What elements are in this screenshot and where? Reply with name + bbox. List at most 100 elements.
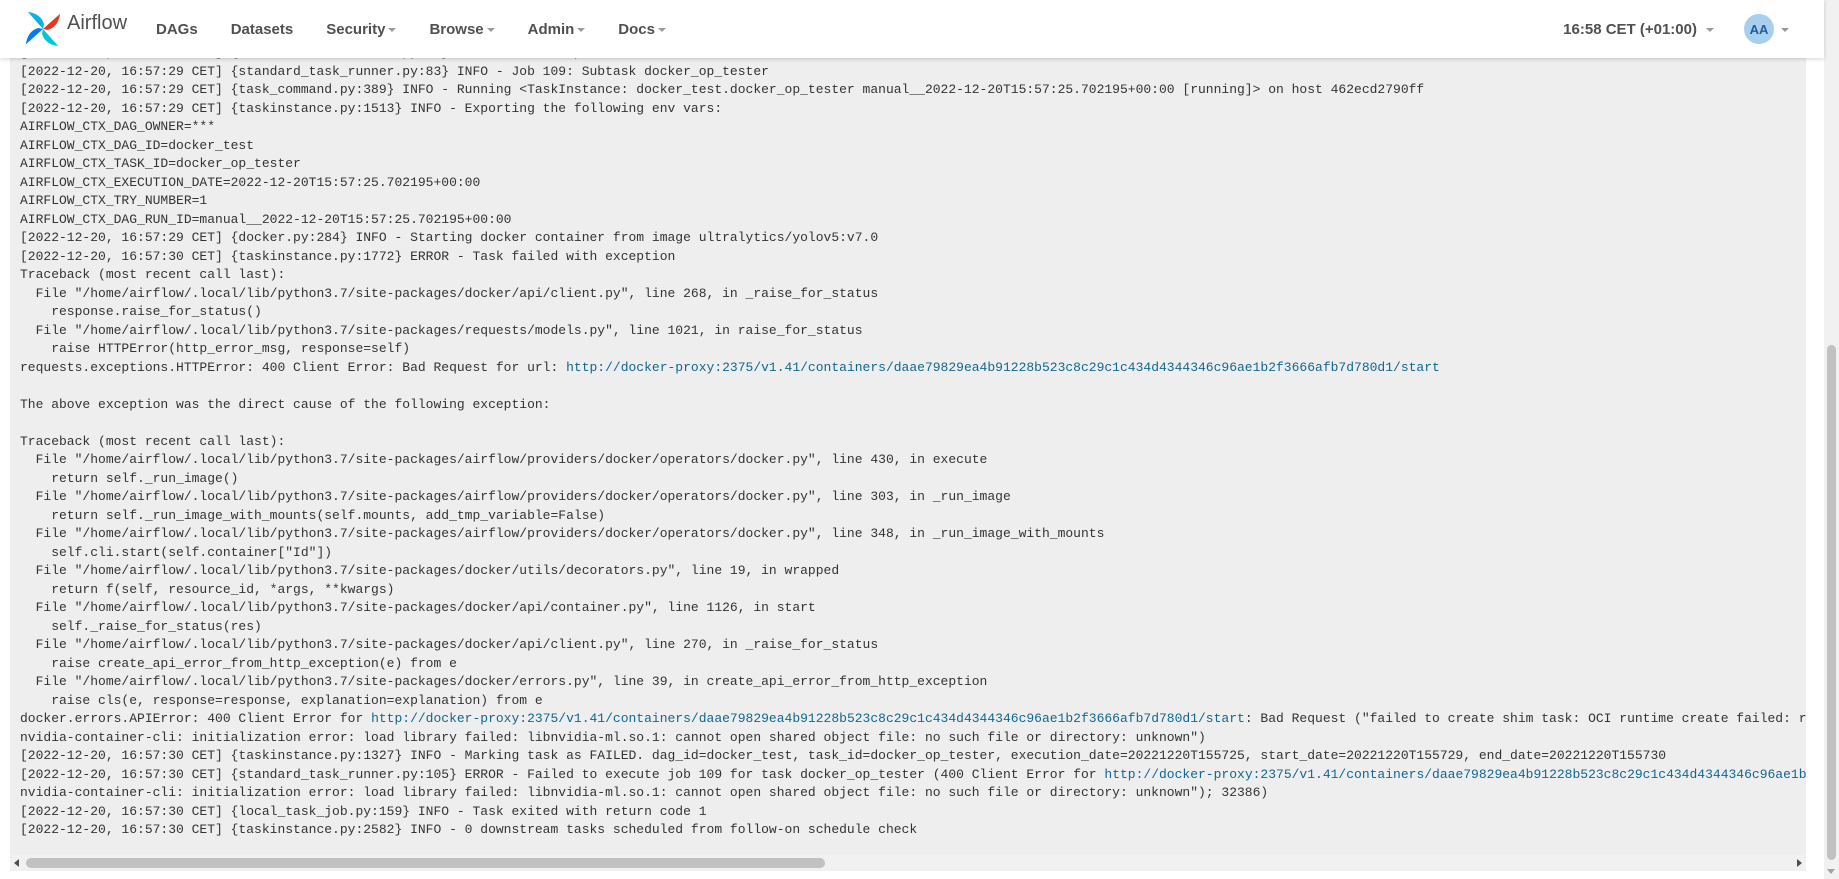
log-text: File "/home/airflow/.local/lib/python3.7… <box>20 637 879 652</box>
timezone-clock-dropdown[interactable]: 16:58 CET (+01:00) <box>1563 21 1714 38</box>
log-text: [2022-12-20, 16:57:29 CET] {docker.py:28… <box>20 230 879 245</box>
main-nav-menu: DAGs Datasets Security Browse Admin Docs <box>146 0 689 58</box>
vertical-scroll-thumb[interactable] <box>1827 345 1836 860</box>
log-line: self._raise_for_status(res) <box>20 618 1806 637</box>
log-text: [2022-12-20, 16:57:30 CET] {local_task_j… <box>20 803 707 819</box>
log-horizontal-scrollbar[interactable] <box>10 855 1806 871</box>
log-text: Traceback (most recent call last): <box>20 267 286 282</box>
log-line: [2022-12-20, 16:57:30 CET] {taskinstance… <box>20 248 1806 267</box>
avatar: AA <box>1744 14 1774 44</box>
scroll-left-arrow-icon[interactable] <box>14 859 19 867</box>
log-line: response.raise_for_status() <box>20 303 1806 322</box>
scroll-right-arrow-icon[interactable] <box>1797 859 1802 867</box>
brand-name: Airflow <box>67 11 128 34</box>
caret-down-icon <box>657 28 666 32</box>
log-line: Traceback (most recent call last): <box>20 433 1806 452</box>
nav-datasets[interactable]: Datasets <box>221 21 304 38</box>
scroll-down-arrow-icon[interactable] <box>1827 869 1835 874</box>
log-text: File "/home/airflow/.local/lib/python3.7… <box>20 489 1011 504</box>
log-line: raise cls(e, response=response, explanat… <box>20 692 1806 711</box>
log-line: raise HTTPError(http_error_msg, response… <box>20 340 1806 359</box>
log-text: The above exception was the direct cause… <box>20 396 551 412</box>
log-text: AIRFLOW_CTX_EXECUTION_DATE=2022-12-20T15… <box>20 174 481 190</box>
log-text: Traceback (most recent call last): <box>20 433 286 449</box>
navbar-right: 16:58 CET (+01:00) AA <box>1563 0 1824 58</box>
log-text: AIRFLOW_CTX_TASK_ID=docker_op_tester <box>20 156 301 171</box>
log-text: return self._run_image_with_mounts(self.… <box>20 507 606 523</box>
log-text: raise cls(e, response=response, explanat… <box>20 692 543 708</box>
log-line: docker.errors.APIError: 400 Client Error… <box>20 710 1806 729</box>
log-url-link[interactable]: http://docker-proxy:2375/v1.41/container… <box>566 360 1440 375</box>
user-menu-dropdown[interactable]: AA <box>1744 14 1789 44</box>
log-line: self.cli.start(self.container["Id"]) <box>20 544 1806 563</box>
log-line: nvidia-container-cli: initialization err… <box>20 784 1806 803</box>
log-text: [2022-12-20, 16:57:30 CET] {standard_tas… <box>20 766 1105 782</box>
log-line: [2022-12-20, 16:57:30 CET] {standard_tas… <box>20 766 1806 785</box>
caret-down-icon <box>577 28 586 32</box>
caret-down-icon <box>1706 28 1714 32</box>
log-line: [2022-12-20, 16:57:30 CET] {taskinstance… <box>20 747 1806 766</box>
log-text: nvidia-container-cli: initialization err… <box>20 785 1269 800</box>
log-text: response.raise_for_status() <box>20 304 262 319</box>
nav-security[interactable]: Security <box>316 21 406 38</box>
log-line: File "/home/airflow/.local/lib/python3.7… <box>20 525 1806 544</box>
log-line: File "/home/airflow/.local/lib/python3.7… <box>20 562 1806 581</box>
log-text: [2022-12-20, 16:57:30 CET] {taskinstance… <box>20 748 1667 763</box>
log-line: AIRFLOW_CTX_DAG_OWNER=*** <box>20 118 1806 137</box>
log-line: File "/home/airflow/.local/lib/python3.7… <box>20 451 1806 470</box>
nav-item-label: Security <box>326 20 386 38</box>
log-line: AIRFLOW_CTX_EXECUTION_DATE=2022-12-20T15… <box>20 174 1806 193</box>
log-text: File "/home/airflow/.local/lib/python3.7… <box>20 285 879 301</box>
log-line: [2022-12-20, 16:57:29 CET] {standard_tas… <box>20 63 1806 82</box>
log-text: return f(self, resource_id, *args, **kwa… <box>20 581 395 597</box>
log-line: The above exception was the direct cause… <box>20 396 1806 415</box>
log-text: [2022-12-20, 16:57:29 CET] {task_command… <box>20 82 1425 97</box>
nav-browse[interactable]: Browse <box>419 21 504 38</box>
log-text: [2022-12-20, 16:57:29 CET] {taskinstance… <box>20 100 723 116</box>
log-text: raise HTTPError(http_error_msg, response… <box>20 341 411 356</box>
log-text: docker.errors.APIError: 400 Client Error… <box>20 711 372 726</box>
log-text: [2022-12-20, 16:57:29 CET] {standard_tas… <box>20 63 769 79</box>
log-line: [2022-12-20, 16:57:30 CET] {local_task_j… <box>20 803 1806 822</box>
log-line: File "/home/airflow/.local/lib/python3.7… <box>20 636 1806 655</box>
log-line: File "/home/airflow/.local/lib/python3.7… <box>20 322 1806 341</box>
log-line: raise create_api_error_from_http_excepti… <box>20 655 1806 674</box>
log-line: File "/home/airflow/.local/lib/python3.7… <box>20 285 1806 304</box>
log-text: [2022-12-20, 16:57:30 CET] {taskinstance… <box>20 248 676 264</box>
nav-admin[interactable]: Admin <box>518 21 596 38</box>
log-line: nvidia-container-cli: initialization err… <box>20 729 1806 748</box>
log-url-link[interactable]: http://docker-proxy:2375/v1.41/container… <box>371 711 1245 726</box>
log-line: AIRFLOW_CTX_TRY_NUMBER=1 <box>20 192 1806 211</box>
log-text: AIRFLOW_CTX_DAG_OWNER=*** <box>20 119 216 134</box>
horizontal-scroll-thumb[interactable] <box>26 858 825 868</box>
log-line: [2022-12-20, 16:57:30 CET] {taskinstance… <box>20 821 1806 840</box>
caret-down-icon <box>486 28 495 32</box>
log-line: AIRFLOW_CTX_DAG_RUN_ID=manual__2022-12-2… <box>20 211 1806 230</box>
log-text: File "/home/airflow/.local/lib/python3.7… <box>20 526 1105 541</box>
log-line: return f(self, resource_id, *args, **kwa… <box>20 581 1806 600</box>
log-line: AIRFLOW_CTX_TASK_ID=docker_op_tester <box>20 155 1806 174</box>
nav-docs[interactable]: Docs <box>608 21 676 38</box>
page-vertical-scrollbar[interactable] <box>1824 0 1839 879</box>
caret-down-icon <box>388 28 397 32</box>
log-text: File "/home/airflow/.local/lib/python3.7… <box>20 322 863 338</box>
log-text: [2022-12-20, 16:57:29 CET] {standard_tas… <box>20 58 769 60</box>
brand-home-link[interactable]: Airflow <box>24 6 127 52</box>
log-line: AIRFLOW_CTX_DAG_ID=docker_test <box>20 137 1806 156</box>
nav-item-label: DAGs <box>156 20 198 38</box>
nav-item-label: Docs <box>618 20 655 38</box>
log-line: return self._run_image_with_mounts(self.… <box>20 507 1806 526</box>
log-text: [2022-12-20, 16:57:30 CET] {taskinstance… <box>20 822 918 837</box>
log-url-link[interactable]: http://docker-proxy:2375/v1.41/container… <box>1104 767 1806 782</box>
nav-item-label: Datasets <box>230 20 294 38</box>
nav-dags[interactable]: DAGs <box>146 21 208 38</box>
log-text: AIRFLOW_CTX_DAG_ID=docker_test <box>20 137 255 153</box>
task-log-panel: [2022-12-20, 16:57:29 CET] {standard_tas… <box>10 58 1806 858</box>
log-line: File "/home/airflow/.local/lib/python3.7… <box>20 673 1806 692</box>
nav-item-label: Browse <box>429 20 484 38</box>
log-line: return self._run_image() <box>20 470 1806 489</box>
log-line: [2022-12-20, 16:57:29 CET] {docker.py:28… <box>20 229 1806 248</box>
airflow-pinwheel-icon <box>24 10 62 48</box>
log-text: AIRFLOW_CTX_TRY_NUMBER=1 <box>20 193 208 208</box>
